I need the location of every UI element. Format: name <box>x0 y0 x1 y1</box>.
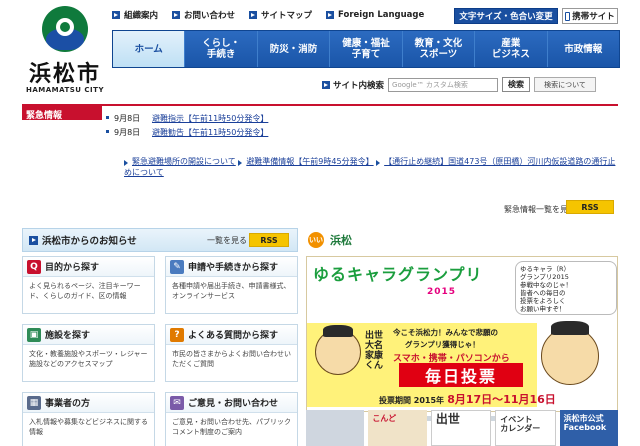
search-button[interactable]: 検索 <box>502 77 531 92</box>
mobile-phone-icon <box>565 11 571 21</box>
arrow-bullet-icon <box>326 11 335 19</box>
mobile-site-button[interactable]: 携帯サイト <box>562 8 618 24</box>
banner-title: ゆるキャラグランプリ <box>313 265 483 284</box>
nav-home[interactable]: ホーム <box>113 31 186 67</box>
util-organization-link[interactable]: 組織案内 <box>112 8 158 22</box>
sub-banners: こんど 出世 イベント カレンダー 浜松市公式 Facebook <box>306 410 619 446</box>
arrow-bullet-icon <box>322 80 330 89</box>
util-contact-link[interactable]: お問い合わせ <box>172 8 235 22</box>
yuru-chara-grandprix-banner[interactable]: ゆるキャラグランプリ 2015 ゆるキャラ（R） グランプリ2015 参戦中なの… <box>306 256 618 412</box>
building-icon: ▣ <box>27 327 41 342</box>
card-opinions[interactable]: ✉ ご意見・お問い合わせ ご意見・お問い合わせ先、パブリックコメント制度のご案内 <box>165 392 298 446</box>
sub-banner-facebook[interactable]: 浜松市公式 Facebook <box>559 410 619 446</box>
banner-brand: いい 浜松 <box>306 228 618 252</box>
card-faq[interactable]: ? よくある質問から探す 市民の皆さまからよくお問い合わせいただくご質問 <box>165 324 298 382</box>
logo-name-ja: 浜松市 <box>28 61 101 87</box>
vote-period: 投票期間 2015年 8月17日〜11月16日 <box>379 393 556 406</box>
arrow-bullet-icon <box>29 235 38 245</box>
search-label: サイト内検索 <box>322 79 384 91</box>
list-item: 9月8日 避難勧告【午前11時50分発令】 <box>106 126 596 138</box>
search-help-button[interactable]: 検索について <box>534 77 597 92</box>
office-icon: ▦ <box>27 395 41 410</box>
city-emblem-icon <box>42 6 88 52</box>
brand-text: 浜松 <box>330 234 352 247</box>
feature-banner: いい 浜松 ゆるキャラグランプリ 2015 ゆるキャラ（R） グランプリ2015… <box>306 228 618 438</box>
emergency-alerts: 9月8日 避難指示【午前11時50分発令】 9月8日 避難勧告【午前11時50分… <box>106 112 596 144</box>
nav-health[interactable]: 健康・福祉 子育て <box>330 31 403 67</box>
emergency-rss-button[interactable]: RSS <box>566 200 614 214</box>
card-by-purpose[interactable]: Q 目的から探す よく見られるページ、注目キーワード、くらしのガイド、区の情報 <box>22 256 155 314</box>
logo-name-en: HAMAMATSU CITY <box>25 86 105 94</box>
sub-banner-konndo[interactable]: こんど <box>368 410 427 446</box>
news-rss-button[interactable]: RSS <box>249 233 289 247</box>
mail-icon: ✉ <box>170 395 184 410</box>
list-item[interactable]: 緊急避難場所の開設について <box>124 157 236 166</box>
emergency-alert-link[interactable]: 避難勧告【午前11時50分発令】 <box>152 127 268 138</box>
emergency-alert-link[interactable]: 避難指示【午前11時50分発令】 <box>152 113 268 124</box>
news-all-link[interactable]: 一覧を見る <box>207 235 247 246</box>
emergency-title: 緊急情報 <box>22 106 102 121</box>
character-ieyasu-icon <box>541 327 599 385</box>
news-title: 浜松市からのお知らせ <box>42 236 137 247</box>
emergency-panel: 緊急情報 9月8日 避難指示【午前11時50分発令】 9月8日 避難勧告【午前1… <box>22 104 618 214</box>
nav-city-info[interactable]: 市政情報 <box>547 31 619 67</box>
utility-links: 組織案内 お問い合わせ サイトマップ Foreign Language <box>112 8 424 22</box>
vote-daily-label: 毎日投票 <box>399 363 523 387</box>
site-logo[interactable]: 浜松市 HAMAMATSU CITY <box>22 6 108 96</box>
pen-icon: ✎ <box>170 259 184 274</box>
nav-education[interactable]: 教育・文化 スポーツ <box>402 31 476 67</box>
magnifier-icon: Q <box>27 259 41 274</box>
search-cards: Q 目的から探す よく見られるページ、注目キーワード、くらしのガイド、区の情報 ✎… <box>22 256 298 446</box>
sub-banner-event-calendar[interactable]: イベント カレンダー <box>495 410 556 446</box>
banner-callout: ゆるキャラ（R） グランプリ2015 参戦中なのじゃ！ 皆者への毎日の 投票をよ… <box>515 261 617 315</box>
sub-banner-mayor[interactable] <box>306 410 365 446</box>
list-item[interactable]: 避難準備情報【午前9時45分発令】 <box>238 157 373 166</box>
arrow-bullet-icon <box>249 11 258 19</box>
news-header: 浜松市からのお知らせ 一覧を見る RSS <box>22 228 298 252</box>
emergency-list: 緊急避難場所の開設について 避難準備情報【午前9時45分発令】 【通行止め継続】… <box>124 156 618 178</box>
nav-disaster[interactable]: 防災・消防 <box>257 31 331 67</box>
search-input[interactable] <box>388 77 499 92</box>
global-nav: ホーム くらし・ 手続き 防災・消防 健康・福祉 子育て 教育・文化 スポーツ … <box>112 30 620 68</box>
list-item: 9月8日 避難指示【午前11時50分発令】 <box>106 112 596 124</box>
util-sitemap-link[interactable]: サイトマップ <box>249 8 312 22</box>
text-size-color-button[interactable]: 文字サイズ・色合い変更 <box>454 8 558 24</box>
card-by-application[interactable]: ✎ 申請や手続きから探す 各種申請や届出手続き、申請書様式、オンラインサービス <box>165 256 298 314</box>
card-facilities[interactable]: ▣ 施設を探す 文化・教養施設やスポーツ・レジャー施設などのアクセスマップ <box>22 324 155 382</box>
arrow-bullet-icon <box>172 11 181 19</box>
sub-banner-shusse[interactable]: 出世 <box>430 410 492 446</box>
arrow-bullet-icon <box>112 11 120 19</box>
site-header: 浜松市 HAMAMATSU CITY 組織案内 お問い合わせ サイトマップ Fo… <box>0 0 640 100</box>
nav-living[interactable]: くらし・ 手続き <box>185 31 258 67</box>
site-search: サイト内検索 検索 検索について <box>322 77 597 92</box>
card-business[interactable]: ▦ 事業者の方 入札情報や募集などビジネスに関する情報 <box>22 392 155 446</box>
banner-year: 2015 <box>427 287 457 297</box>
brand-dot-icon: いい <box>308 232 324 248</box>
question-icon: ? <box>170 327 184 342</box>
nav-industry[interactable]: 産業 ビジネス <box>475 31 548 67</box>
util-foreign-language-link[interactable]: Foreign Language <box>326 8 424 22</box>
character-name: 出世大名家康くん <box>365 331 384 371</box>
